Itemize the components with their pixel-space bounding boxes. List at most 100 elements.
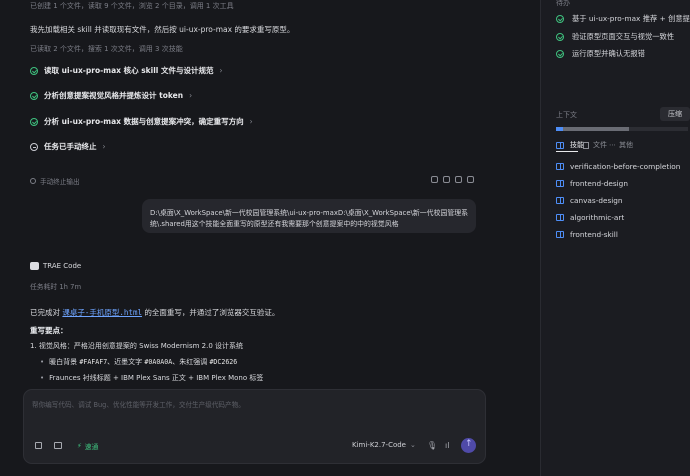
todo-header: 待办 xyxy=(556,0,570,7)
todo-item: 运行原型并确认无报错 xyxy=(556,49,645,59)
skill-label: frontend-skill xyxy=(570,230,618,239)
book-icon xyxy=(556,163,564,170)
step-label: 分析创意提案视觉风格并提炼设计 token xyxy=(44,91,184,100)
sub-text: 暖白背景 xyxy=(49,358,80,366)
agent-intro-text: 我先加载相关 skill 并读取现有文件，然后按 ui-ux-pro-max 的… xyxy=(30,25,295,34)
chevron-right-icon: › xyxy=(249,117,253,126)
more-icon: ⋯ xyxy=(609,141,616,149)
file-icon xyxy=(583,141,589,149)
step-label: 读取 ui-ux-pro-max 核心 skill 文件与设计规范 xyxy=(44,66,214,75)
step-item[interactable]: 任务已手动终止 › xyxy=(30,141,106,152)
thumbs-down-icon[interactable] xyxy=(443,176,450,183)
tab-label: 技能 xyxy=(570,141,584,149)
todo-item: 基于 ui-ux-pro-max 推荐 + 创意提案 xyxy=(556,14,690,24)
check-icon xyxy=(556,33,564,41)
step-label: 任务已手动终止 xyxy=(44,142,97,151)
step-item[interactable]: 分析创意提案视觉风格并提炼设计 token › xyxy=(30,90,192,101)
chevron-right-icon: › xyxy=(189,91,193,100)
check-icon xyxy=(30,117,38,126)
bullet: • xyxy=(40,374,45,382)
activity-summary: 已创建 1 个文件，读取 9 个文件，浏览 2 个目录，调用 1 次工具 xyxy=(30,2,234,10)
color-code: #0A0A0A xyxy=(144,358,173,366)
model-selector[interactable]: Kimi-K2.7-Code ⌄ xyxy=(352,441,416,449)
image-icon[interactable] xyxy=(54,442,62,449)
skill-label: canvas-design xyxy=(570,196,623,205)
lightning-icon: ⚡ xyxy=(77,442,82,450)
chat-panel: 已创建 1 个文件，读取 9 个文件，浏览 2 个目录，调用 1 次工具 我先加… xyxy=(0,0,540,476)
todo-label: 基于 ui-ux-pro-max 推荐 + 创意提案 xyxy=(572,14,690,23)
sub-text: 、近墨文字 xyxy=(107,358,145,366)
tab-label: 文件 xyxy=(593,141,607,149)
tab-skills[interactable]: 技能 xyxy=(556,140,584,150)
chat-input-box[interactable]: 帮你编写代码、调试 Bug、优化性能等开发工作，交付生产级代码产物。 ⚡ 速通 K… xyxy=(23,389,486,464)
agent-header: TRAE Code xyxy=(30,262,81,270)
skill-item[interactable]: frontend-skill xyxy=(556,230,618,239)
tab-files[interactable]: 文件 xyxy=(583,140,607,150)
chevron-down-icon: ⌄ xyxy=(410,441,416,449)
tab-label: 其他 xyxy=(619,141,633,149)
task-duration: 任务耗时 1h 7m xyxy=(30,283,82,291)
bullet: • xyxy=(40,358,45,366)
send-button[interactable] xyxy=(461,438,476,453)
sub-text: 、朱红强调 xyxy=(172,358,210,366)
check-icon xyxy=(30,91,38,100)
tab-other[interactable]: ⋯ 其他 xyxy=(609,140,633,150)
book-icon xyxy=(556,231,564,238)
speed-mode-toggle[interactable]: ⚡ 速通 xyxy=(77,441,98,451)
color-code: #DC2626 xyxy=(209,358,238,366)
context-label: 上下文 xyxy=(556,111,577,119)
result-suffix: 的全面重写，并通过了浏览器交互验证。 xyxy=(141,308,280,317)
context-usage-fill xyxy=(556,127,629,131)
info-icon xyxy=(30,178,36,184)
todo-label: 验证原型页面交互与视觉一致性 xyxy=(572,32,675,41)
model-label: Kimi-K2.7-Code xyxy=(352,441,406,449)
chevron-right-icon: › xyxy=(102,142,106,151)
list-subitem: • 暖白背景 #FAFAF7、近墨文字 #0A0A0A、朱红强调 #DC2626 xyxy=(40,357,237,367)
stopped-output-label: 手动终止输出 xyxy=(40,178,80,186)
active-tab-indicator xyxy=(556,151,578,152)
list-item: 1. 视觉风格：严格沿用创意提案的 Swiss Modernism 2.0 设计… xyxy=(30,342,244,350)
skill-item[interactable]: frontend-design xyxy=(556,179,628,188)
list-subitem: • Fraunces 衬线标题 + IBM Plex Sans 正文 + IBM … xyxy=(40,373,263,383)
context-usage-accent xyxy=(556,127,563,131)
step-item[interactable]: 分析 ui-ux-pro-max 数据与创意提案冲突，确定重写方向 › xyxy=(30,116,253,127)
check-icon xyxy=(556,15,564,23)
trae-logo-icon xyxy=(30,262,39,270)
chat-input-placeholder[interactable]: 帮你编写代码、调试 Bug、优化性能等开发工作，交付生产级代码产物。 xyxy=(32,399,245,409)
copy-icon[interactable] xyxy=(455,176,462,183)
file-link[interactable]: 课桌子-手机原型.html xyxy=(62,308,142,317)
book-icon xyxy=(556,197,564,204)
skill-item[interactable]: verification-before-completion xyxy=(556,162,680,171)
thumbs-up-icon[interactable] xyxy=(431,176,438,183)
mode-label: 速通 xyxy=(84,443,99,451)
step-label: 分析 ui-ux-pro-max 数据与创意提案冲突，确定重写方向 xyxy=(44,117,244,126)
step-item[interactable]: 读取 ui-ux-pro-max 核心 skill 文件与设计规范 › xyxy=(30,65,222,76)
skill-item[interactable]: canvas-design xyxy=(556,196,623,205)
agent-name: TRAE Code xyxy=(43,262,82,270)
attach-icon[interactable] xyxy=(35,442,42,449)
check-icon xyxy=(556,50,564,58)
book-icon xyxy=(556,214,564,221)
changes-title: 重写要点： xyxy=(30,326,68,335)
user-message-line: 统\.shared用这个技能全面重写的原型还有我需要那个创意提案中的中的视觉风格 xyxy=(150,220,399,228)
skill-label: frontend-design xyxy=(570,179,628,188)
result-prefix: 已完成对 xyxy=(30,308,63,317)
skill-item[interactable]: algorithmic-art xyxy=(556,213,624,222)
check-icon xyxy=(30,66,38,75)
result-text: 已完成对 课桌子-手机原型.html 的全面重写，并通过了浏览器交互验证。 xyxy=(30,307,279,318)
skill-label: algorithmic-art xyxy=(570,213,625,222)
stop-icon xyxy=(30,142,38,151)
user-message-line: D:\桌面\X_WorkSpace\新一代校园管理系统\ui-ux-pro-ma… xyxy=(150,209,469,217)
book-icon xyxy=(556,180,564,187)
todo-item: 验证原型页面交互与视觉一致性 xyxy=(556,32,674,42)
user-message-bubble: D:\桌面\X_WorkSpace\新一代校园管理系统\ui-ux-pro-ma… xyxy=(142,199,476,233)
book-icon xyxy=(556,141,564,149)
microphone-icon[interactable]: 🎙 xyxy=(427,441,437,450)
refresh-icon[interactable] xyxy=(467,176,474,183)
todo-label: 运行原型并确认无报错 xyxy=(572,49,645,58)
color-code: #FAFAF7 xyxy=(79,358,108,366)
voice-wave-icon[interactable]: ıl xyxy=(445,441,449,450)
sub-text: Fraunces 衬线标题 + IBM Plex Sans 正文 + IBM P… xyxy=(49,374,264,382)
chevron-right-icon: › xyxy=(219,66,223,75)
compress-button[interactable]: 压缩 xyxy=(660,107,690,121)
